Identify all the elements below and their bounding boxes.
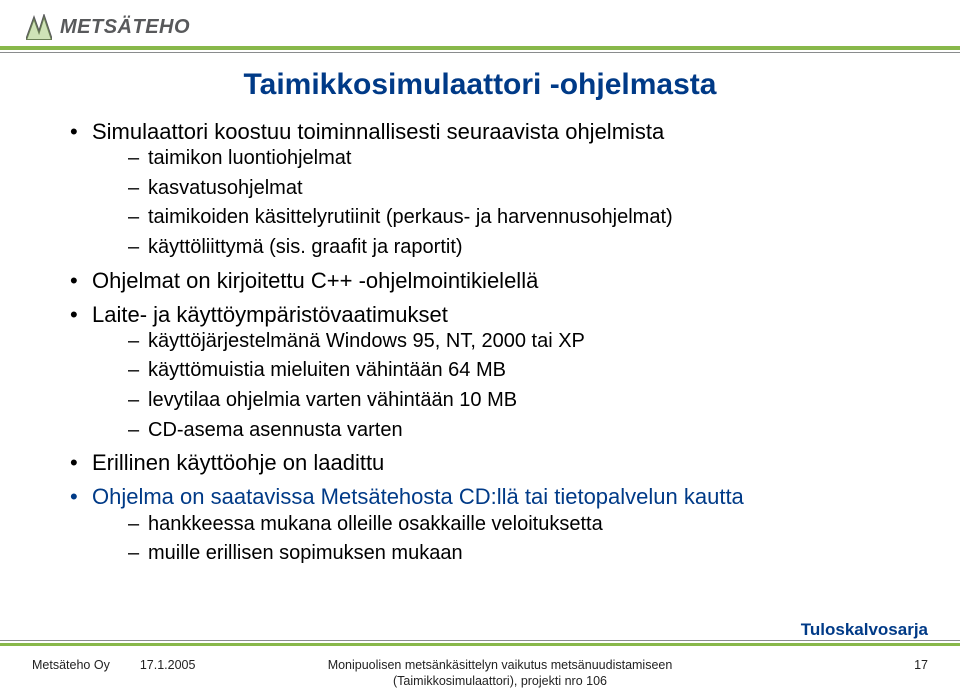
footer-left: Metsäteho Oy 17.1.2005 [32,658,195,672]
sub-bullet: CD-asema asennusta varten [92,418,906,444]
slide: METSÄTEHO Taimikkosimulaattori -ohjelmas… [0,0,960,699]
footer-center-1: Monipuolisen metsänkäsittelyn vaikutus m… [328,658,673,672]
footer-center-2: (Taimikkosimulaattori), projekti nro 106 [393,674,607,688]
bullet-2: Ohjelmat on kirjoitettu C++ -ohjelmointi… [66,267,906,295]
footer-date: 17.1.2005 [140,658,196,672]
slide-title: Taimikkosimulaattori -ohjelmasta [0,68,960,102]
bullet-4-text: Erillinen käyttöohje on laadittu [92,450,384,475]
bullet-3-text: Laite- ja käyttöympäristövaatimukset [92,302,448,327]
sub-bullet: käyttöliittymä (sis. graafit ja raportit… [92,235,906,261]
sub-bullet: hankkeessa mukana olleille osakkaille ve… [92,512,906,538]
bullet-2-text: Ohjelmat on kirjoitettu C++ -ohjelmointi… [92,268,538,293]
bullet-5: Ohjelma on saatavissa Metsätehosta CD:ll… [66,483,906,566]
bullet-3: Laite- ja käyttöympäristövaatimukset käy… [66,301,906,444]
sub-bullet: muille erillisen sopimuksen mukaan [92,541,906,567]
content-area: Simulaattori koostuu toiminnallisesti se… [66,118,906,573]
bullet-1: Simulaattori koostuu toiminnallisesti se… [66,118,906,261]
footer-company: Metsäteho Oy [32,658,110,672]
footer-divider [0,640,960,646]
bullet-4: Erillinen käyttöohje on laadittu [66,449,906,477]
footer-row: Metsäteho Oy 17.1.2005 Monipuolisen mets… [0,654,960,694]
bullet-5-text: Ohjelma on saatavissa Metsätehosta CD:ll… [92,484,744,509]
logo-text: METSÄTEHO [60,16,190,39]
series-label: Tuloskalvosarja [801,620,928,640]
logo: METSÄTEHO [26,14,190,40]
page-number: 17 [914,658,928,672]
sub-bullet: kasvatusohjelmat [92,176,906,202]
header: METSÄTEHO [0,0,960,56]
bullet-1-text: Simulaattori koostuu toiminnallisesti se… [92,119,664,144]
footer-center: Monipuolisen metsänkäsittelyn vaikutus m… [290,658,710,689]
sub-bullet: käyttömuistia mieluiten vähintään 64 MB [92,358,906,384]
sub-bullet: käyttöjärjestelmänä Windows 95, NT, 2000… [92,329,906,355]
header-divider [0,46,960,53]
sub-bullet: levytilaa ohjelmia varten vähintään 10 M… [92,388,906,414]
sub-bullet: taimikoiden käsittelyrutiinit (perkaus- … [92,205,906,231]
sub-bullet: taimikon luontiohjelmat [92,146,906,172]
logo-icon [26,14,52,40]
